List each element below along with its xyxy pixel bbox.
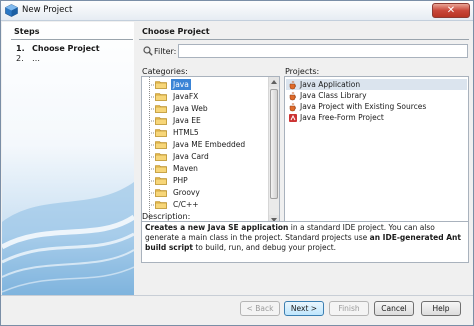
category-label: Maven (173, 164, 198, 173)
category-item[interactable]: Java EE (142, 115, 267, 126)
tree-branch-icon (151, 144, 155, 146)
steps-panel: Steps 1. Choose Project 2. … (2, 22, 134, 295)
tree-branch-icon (151, 204, 155, 206)
tree-branch-icon (151, 120, 155, 122)
categories-label: Categories: (142, 67, 188, 76)
step-label: … (32, 54, 40, 63)
project-item[interactable]: Java Application (286, 79, 467, 90)
category-label: PHP (173, 176, 188, 185)
category-item[interactable]: Java ME Embedded (142, 139, 267, 150)
category-label: Java (171, 79, 191, 90)
category-label: C/C++ (173, 200, 199, 209)
description-bold-1: Creates a new Java SE application (145, 223, 289, 232)
category-label: Java EE (173, 116, 201, 125)
folder-icon (155, 153, 167, 161)
tree-branch-icon (151, 84, 155, 86)
filter-label: Filter: (154, 47, 177, 56)
java-cup-icon (289, 80, 296, 90)
cancel-button[interactable]: Cancel (374, 301, 414, 316)
folder-icon (155, 165, 167, 173)
categories-tree[interactable]: Java JavaFX Java Web Java EE HTML5 Java ME Em… (141, 76, 280, 226)
project-label: Java Free-Form Project (300, 113, 384, 122)
description-text-2: to build, run, and debug your project. (192, 243, 337, 252)
category-item[interactable]: Maven (142, 163, 267, 174)
folder-icon (155, 93, 167, 101)
category-item[interactable]: Java Card (142, 151, 267, 162)
project-label: Java Class Library (300, 91, 367, 100)
tree-branch-icon (151, 192, 155, 194)
back-button[interactable]: < Back (240, 301, 280, 316)
main-panel: Choose Project Filter: Categories: Proje… (135, 22, 473, 295)
folder-icon (155, 189, 167, 197)
description-text: Creates a new Java SE application in a s… (141, 221, 469, 263)
header-divider (139, 39, 469, 40)
steps-divider (11, 39, 133, 40)
project-item[interactable]: Java Class Library (286, 90, 467, 101)
folder-icon (155, 117, 167, 125)
project-label: Java Project with Existing Sources (300, 102, 427, 111)
category-label: JavaFX (173, 92, 199, 101)
tree-branch-icon (151, 156, 155, 158)
title-bar[interactable]: New Project ✕ (1, 1, 473, 21)
next-button[interactable]: Next > (284, 301, 324, 316)
step-number: 2. (16, 54, 24, 63)
new-project-dialog: New Project ✕ Steps 1. Choose Project 2. …… (0, 0, 474, 326)
category-item[interactable]: HTML5 (142, 127, 267, 138)
tree-branch-icon (151, 180, 155, 182)
step-label: Choose Project (32, 44, 100, 53)
folder-icon (155, 141, 167, 149)
folder-icon (155, 105, 167, 113)
netbeans-app-icon (5, 4, 18, 17)
window-title: New Project (22, 5, 73, 15)
category-label: Java Card (173, 152, 209, 161)
category-label: Java Web (173, 104, 208, 113)
filter-input[interactable] (178, 44, 468, 58)
tree-branch-icon (151, 132, 155, 134)
category-item[interactable]: Java Web (142, 103, 267, 114)
description-label: Description: (142, 212, 191, 221)
tree-branch-icon (151, 96, 155, 98)
categories-scrollbar[interactable] (268, 77, 279, 225)
category-label: Java ME Embedded (173, 140, 246, 149)
project-item[interactable]: Java Free-Form Project (286, 112, 467, 123)
step-1: 1. Choose Project (16, 44, 100, 53)
folder-icon (155, 177, 167, 185)
java-free-form-icon (289, 114, 297, 122)
step-number: 1. (16, 44, 25, 53)
java-cup-icon (289, 102, 296, 112)
scrollbar-thumb[interactable] (270, 89, 278, 199)
decorative-swoosh (2, 182, 134, 295)
category-item[interactable]: JavaFX (142, 91, 267, 102)
tree-branch-icon (151, 108, 155, 110)
projects-label: Projects: (285, 67, 320, 76)
category-item[interactable]: C/C++ (142, 199, 267, 210)
tree-branch-icon (151, 168, 155, 170)
project-item[interactable]: Java Project with Existing Sources (286, 101, 467, 112)
category-item[interactable]: Java (142, 79, 267, 90)
page-title: Choose Project (142, 27, 210, 36)
category-item[interactable]: PHP (142, 175, 267, 186)
finish-button[interactable]: Finish (329, 301, 369, 316)
projects-list[interactable]: Java Application Java Class Library Java P… (284, 76, 469, 226)
search-icon (143, 46, 153, 56)
steps-header: Steps (14, 27, 40, 36)
folder-icon (155, 81, 167, 89)
folder-icon (155, 201, 167, 209)
category-item[interactable]: Groovy (142, 187, 267, 198)
category-label: HTML5 (173, 128, 199, 137)
close-button[interactable]: ✕ (432, 3, 470, 18)
category-label: Groovy (173, 188, 200, 197)
project-label: Java Application (300, 80, 361, 89)
button-bar-divider (1, 295, 473, 296)
step-2: 2. … (16, 54, 40, 63)
scroll-up-icon[interactable] (269, 77, 279, 87)
folder-icon (155, 129, 167, 137)
java-cup-icon (289, 91, 296, 101)
help-button[interactable]: Help (421, 301, 461, 316)
